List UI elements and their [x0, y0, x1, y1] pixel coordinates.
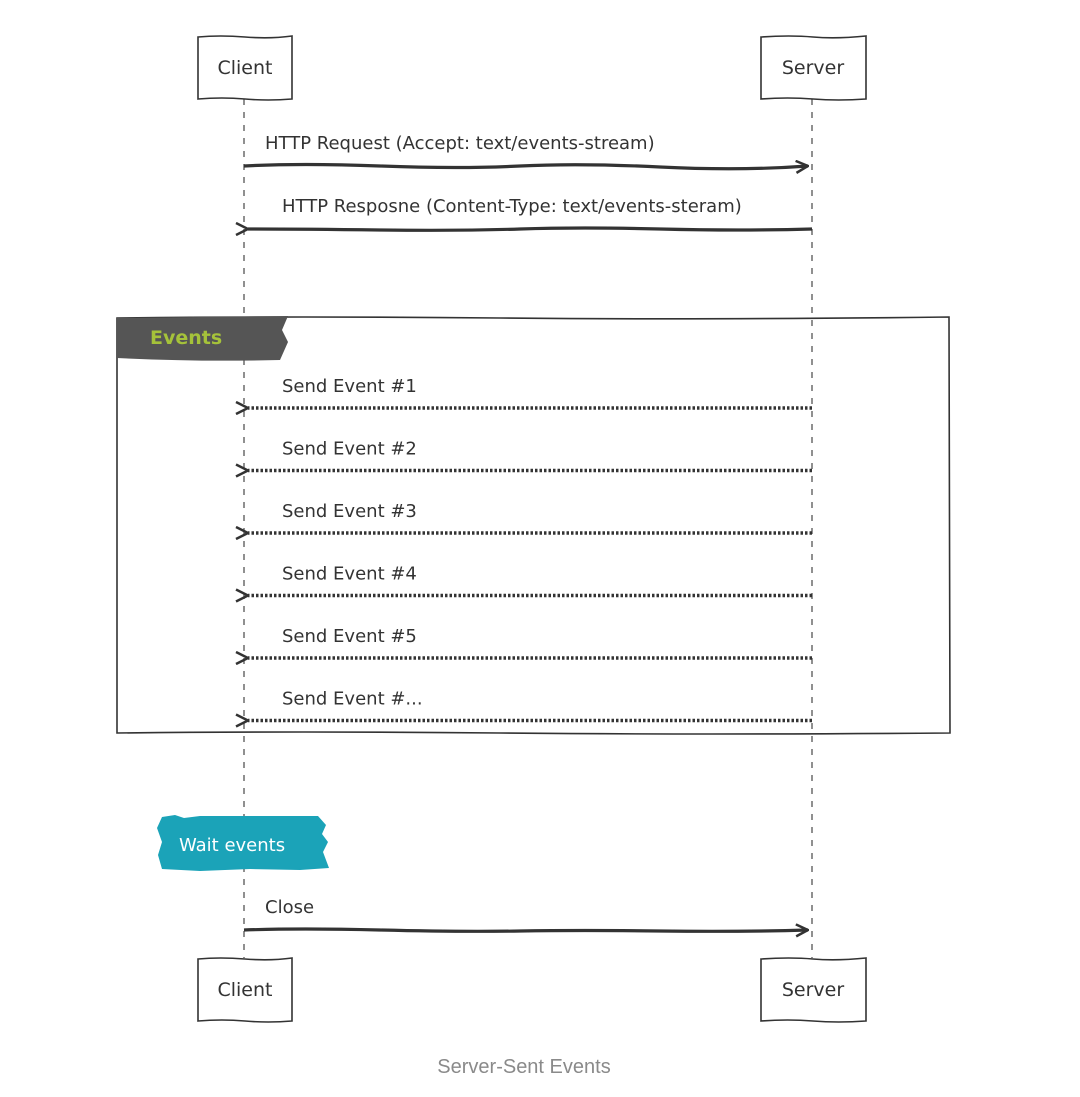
event-message-label: Send Event #4: [282, 564, 417, 585]
response-message: HTTP Resposne (Content-Type: text/events…: [248, 196, 813, 230]
response-message-label: HTTP Resposne (Content-Type: text/events…: [282, 196, 742, 217]
request-message: HTTP Request (Accept: text/events-stream…: [243, 133, 808, 169]
client-actor-bottom: Client: [197, 957, 293, 1023]
event-messages: Send Event #1 Send Event #2 Send Event #3 S…: [248, 376, 812, 721]
event-message-label: Send Event #5: [282, 626, 417, 647]
sequence-diagram: Client Server HTTP Request (Accept: text…: [116, 35, 951, 1023]
event-message: Send Event #3: [248, 501, 812, 533]
server-actor-top-label: Server: [782, 57, 844, 79]
event-message-label: Send Event #3: [282, 501, 417, 522]
server-actor-top: Server: [760, 35, 867, 101]
request-message-label: HTTP Request (Accept: text/events-stream…: [265, 133, 655, 154]
wait-events-note: Wait events: [157, 815, 329, 871]
event-message: Send Event #5: [248, 626, 812, 658]
events-group: Events: [116, 316, 951, 735]
event-message-label: Send Event #...: [282, 689, 423, 710]
event-message-label: Send Event #1: [282, 376, 417, 397]
client-actor-bottom-label: Client: [217, 979, 272, 1001]
client-actor-top-label: Client: [217, 57, 272, 79]
event-message-label: Send Event #2: [282, 439, 417, 460]
events-group-label: Events: [150, 327, 222, 349]
event-message: Send Event #1: [248, 376, 812, 408]
close-message-label: Close: [265, 897, 314, 918]
close-message: Close: [243, 897, 808, 931]
server-actor-bottom: Server: [760, 957, 867, 1023]
event-message: Send Event #2: [248, 439, 812, 471]
event-message: Send Event #4: [248, 564, 812, 596]
diagram-caption: Server-Sent Events: [437, 1056, 611, 1078]
client-actor-top: Client: [197, 35, 293, 101]
wait-events-note-label: Wait events: [179, 835, 285, 856]
server-actor-bottom-label: Server: [782, 979, 844, 1001]
event-message: Send Event #...: [248, 689, 812, 721]
